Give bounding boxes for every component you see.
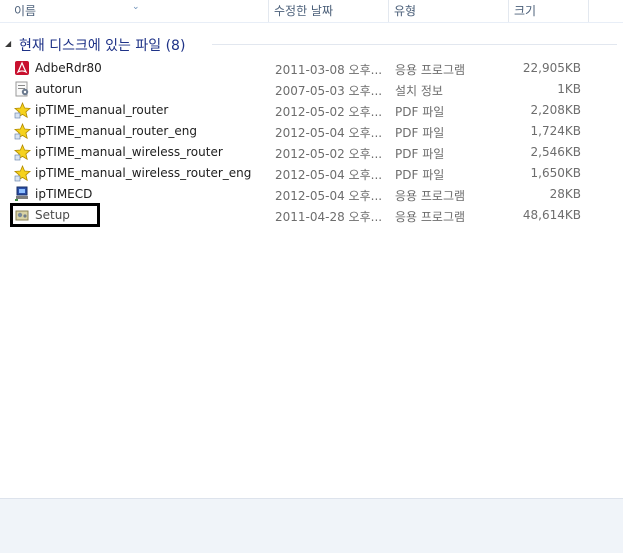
column-header-name-label: 이름 [14,4,37,18]
file-row[interactable]: AdbeRdr80 2011-03-08 오후... 응용 프로그램 22,90… [10,58,600,79]
group-title: 현재 디스크에 있는 파일 (8) [19,38,186,54]
file-name: ipTIME_manual_router_eng [35,124,197,138]
file-date: 2012-05-04 오후... [275,168,383,182]
file-size: 1,650KB [530,166,581,180]
file-name: ipTIMECD [35,187,93,201]
pdf-star-icon [14,164,32,183]
pdf-star-icon [14,101,32,120]
setup-info-icon [14,81,32,99]
file-date: 2011-04-28 오후... [275,210,383,224]
file-row[interactable]: autorun 2007-05-03 오후... 설치 정보 1KB [10,79,600,100]
file-size: 1KB [557,82,581,96]
column-header-bar: 이름 ⌄ 수정한 날짜 유형 크기 [0,0,623,23]
file-type: PDF 파일 [395,105,445,119]
file-size: 2,208KB [530,103,581,117]
sort-arrow-icon: ⌄ [132,2,140,12]
file-size: 28KB [549,187,581,201]
details-pane [0,498,623,553]
file-row[interactable]: ipTIMECD 2012-05-04 오후... 응용 프로그램 28KB [10,184,600,205]
file-name: ipTIME_manual_wireless_router [35,145,223,159]
file-name: AdbeRdr80 [35,61,102,75]
column-header-name[interactable]: 이름 ⌄ [0,0,268,22]
app-icon [14,186,32,204]
file-name: ipTIME_manual_router [35,103,169,117]
column-header-size-label: 크기 [514,4,537,18]
column-header-type[interactable]: 유형 [388,0,508,22]
column-header-size[interactable]: 크기 [508,0,588,22]
file-type: PDF 파일 [395,126,445,140]
pdf-star-icon [14,143,32,162]
column-header-date[interactable]: 수정한 날짜 [268,0,388,22]
column-header-date-label: 수정한 날짜 [274,4,334,18]
file-type: PDF 파일 [395,168,445,182]
file-date: 2012-05-04 오후... [275,189,383,203]
file-row-selected[interactable]: Setup 2011-04-28 오후... 응용 프로그램 48,614KB [10,203,600,227]
file-size: 22,905KB [522,61,581,75]
file-type: 응용 프로그램 [395,63,466,77]
file-group-header[interactable]: ◢ 현재 디스크에 있는 파일 (8) [0,34,623,54]
file-type: 설치 정보 [395,84,443,98]
collapse-triangle-icon[interactable]: ◢ [5,39,11,48]
file-name: Setup [35,208,70,222]
file-row[interactable]: ipTIME_manual_router 2012-05-02 오후... PD… [10,100,600,121]
pdf-star-icon [14,122,32,141]
file-row[interactable]: ipTIME_manual_wireless_router 2012-05-02… [10,142,600,163]
setup-icon [14,207,32,225]
column-header-type-label: 유형 [394,4,417,18]
adobe-reader-icon [14,60,32,78]
file-size: 48,614KB [522,208,581,222]
file-name: ipTIME_manual_wireless_router_eng [35,166,252,180]
file-row[interactable]: ipTIME_manual_router_eng 2012-05-04 오후..… [10,121,600,142]
file-type: 응용 프로그램 [395,189,466,203]
file-size: 1,724KB [530,124,581,138]
column-header-extra [588,0,623,22]
file-date: 2007-05-03 오후... [275,84,383,98]
file-row[interactable]: ipTIME_manual_wireless_router_eng 2012-0… [10,163,600,184]
group-divider [212,44,617,45]
file-type: 응용 프로그램 [395,210,466,224]
file-date: 2012-05-04 오후... [275,126,383,140]
file-type: PDF 파일 [395,147,445,161]
file-name: autorun [35,82,83,96]
file-date: 2012-05-02 오후... [275,105,383,119]
file-size: 2,546KB [530,145,581,159]
file-date: 2012-05-02 오후... [275,147,383,161]
file-date: 2011-03-08 오후... [275,63,383,77]
